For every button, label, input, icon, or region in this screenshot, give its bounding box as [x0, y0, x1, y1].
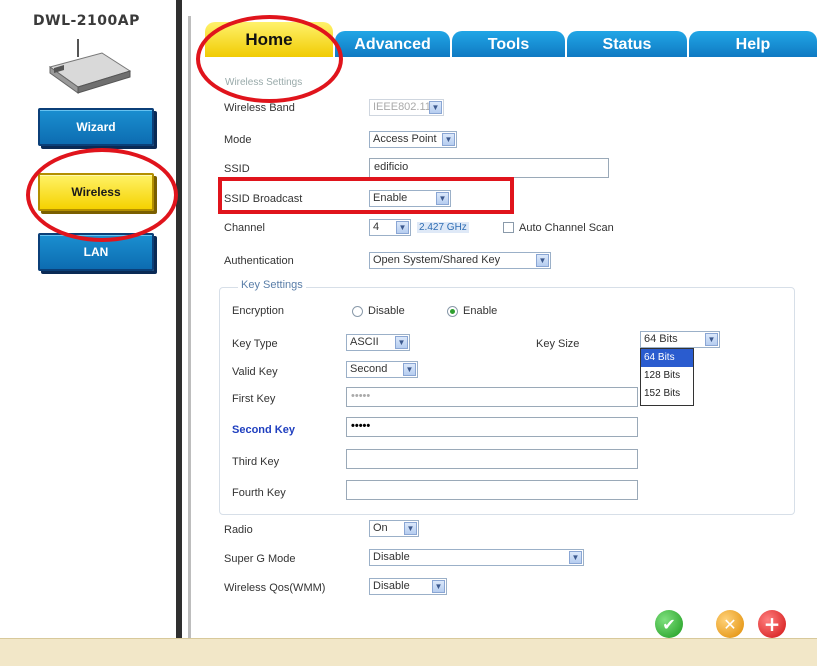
valid-key-value: Second: [350, 363, 388, 375]
tab-advanced[interactable]: Advanced: [335, 31, 450, 58]
auto-channel-scan-checkbox[interactable]: [503, 222, 514, 233]
authentication-value: Open System/Shared Key: [373, 254, 501, 266]
chevron-down-icon: ▼: [395, 336, 408, 349]
wireless-band-select[interactable]: IEEE802.11g ▼: [369, 99, 444, 116]
third-key-input[interactable]: [346, 449, 638, 469]
key-size-select[interactable]: 64 Bits ▼: [640, 331, 720, 348]
chevron-down-icon: ▼: [429, 101, 442, 114]
authentication-select[interactable]: Open System/Shared Key ▼: [369, 252, 551, 269]
sidebar-item-wizard[interactable]: Wizard: [38, 108, 154, 146]
close-icon: ✕: [723, 614, 737, 634]
key-settings-legend: Key Settings: [238, 279, 306, 291]
channel-value: 4: [373, 221, 380, 233]
chevron-down-icon: ▼: [432, 580, 445, 593]
radio-value: On: [373, 522, 388, 534]
mode-label: Mode: [224, 134, 252, 146]
wireless-band-value: IEEE802.11g: [373, 101, 438, 113]
chevron-down-icon: ▼: [404, 522, 417, 535]
fourth-key-label: Fourth Key: [232, 487, 286, 499]
plus-icon: +: [763, 612, 781, 636]
cancel-button[interactable]: ✕: [716, 610, 744, 638]
mode-select[interactable]: Access Point ▼: [369, 131, 457, 148]
chevron-down-icon: ▼: [536, 254, 549, 267]
annotation-circle-wireless: [26, 148, 178, 242]
super-g-select[interactable]: Disable ▼: [369, 549, 584, 566]
key-type-select[interactable]: ASCII ▼: [346, 334, 410, 351]
chevron-down-icon: ▼: [442, 133, 455, 146]
radio-select[interactable]: On ▼: [369, 520, 419, 537]
annotation-box-ssid-broadcast: [218, 177, 514, 214]
key-type-label: Key Type: [232, 338, 278, 350]
channel-select[interactable]: 4 ▼: [369, 219, 411, 236]
tab-status[interactable]: Status: [567, 31, 687, 58]
key-size-option[interactable]: 152 Bits: [641, 385, 693, 403]
chevron-down-icon: ▼: [403, 363, 416, 376]
divider: [188, 16, 191, 638]
wireless-band-label: Wireless Band: [224, 102, 295, 114]
chevron-down-icon: ▼: [396, 221, 409, 234]
first-key-input[interactable]: •••••: [346, 387, 638, 407]
router-icon: [48, 39, 132, 94]
key-size-option[interactable]: 128 Bits: [641, 367, 693, 385]
super-g-label: Super G Mode: [224, 553, 296, 565]
key-type-value: ASCII: [350, 336, 379, 348]
apply-button[interactable]: ✔: [655, 610, 683, 638]
check-icon: ✔: [662, 614, 676, 634]
encryption-enable-label: Enable: [463, 305, 498, 317]
status-bar: [0, 638, 817, 666]
annotation-circle-home: [196, 15, 343, 103]
encryption-disable-radio[interactable]: [352, 306, 363, 317]
radio-label: Radio: [224, 524, 253, 536]
key-size-label: Key Size: [536, 338, 580, 350]
wmm-select[interactable]: Disable ▼: [369, 578, 447, 595]
auto-channel-scan-label: Auto Channel Scan: [519, 222, 614, 234]
second-key-input[interactable]: •••••: [346, 417, 638, 437]
encryption-disable-label: Disable: [368, 305, 405, 317]
sidebar: DWL-2100AP Wizard Wireless LAN: [0, 0, 176, 638]
second-key-label: Second Key: [232, 424, 295, 436]
divider: [176, 0, 182, 638]
authentication-label: Authentication: [224, 255, 294, 267]
encryption-label: Encryption: [232, 305, 284, 317]
first-key-label: First Key: [232, 393, 276, 405]
key-size-dropdown: 64 Bits 128 Bits 152 Bits: [640, 348, 694, 406]
key-size-option[interactable]: 64 Bits: [641, 349, 693, 367]
key-size-value: 64 Bits: [644, 333, 678, 345]
tab-tools[interactable]: Tools: [452, 31, 565, 58]
valid-key-label: Valid Key: [232, 366, 278, 378]
fourth-key-input[interactable]: [346, 480, 638, 500]
channel-frequency: 2.427 GHz: [417, 222, 469, 233]
help-button[interactable]: +: [758, 610, 786, 638]
chevron-down-icon: ▼: [705, 333, 718, 346]
valid-key-select[interactable]: Second ▼: [346, 361, 418, 378]
wmm-label: Wireless Qos(WMM): [224, 582, 326, 594]
super-g-value: Disable: [373, 551, 410, 563]
device-model: DWL-2100AP: [33, 13, 140, 29]
channel-label: Channel: [224, 222, 265, 234]
chevron-down-icon: ▼: [569, 551, 582, 564]
tab-help[interactable]: Help: [689, 31, 817, 58]
encryption-enable-radio[interactable]: [447, 306, 458, 317]
third-key-label: Third Key: [232, 456, 280, 468]
mode-value: Access Point: [373, 133, 437, 145]
ssid-label: SSID: [224, 163, 250, 175]
ssid-input[interactable]: edificio: [369, 158, 609, 178]
wmm-value: Disable: [373, 580, 410, 592]
